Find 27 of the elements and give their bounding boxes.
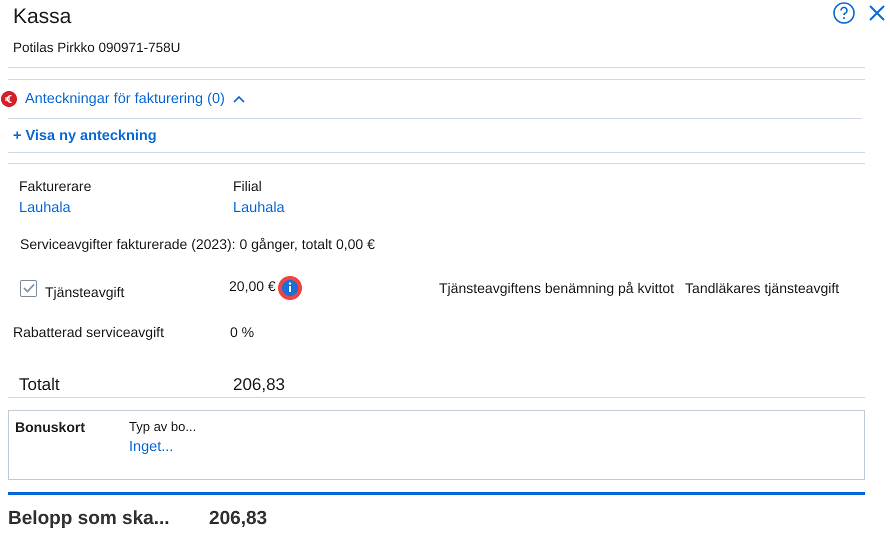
biller-label: Fakturerare <box>19 178 92 194</box>
chevron-icon <box>232 95 245 103</box>
total-label: Totalt <box>19 375 61 396</box>
patient-info: Potilas Pirkko 090971-758U <box>13 40 180 55</box>
bonus-type-link[interactable]: Inget... <box>129 439 196 455</box>
bonus-type-label: Typ av bo... <box>129 419 196 434</box>
amount-due-label: Belopp som ska... <box>8 508 171 530</box>
close-icon[interactable] <box>868 4 886 22</box>
discount-label: Rabatterad serviceavgift <box>13 324 165 340</box>
receipt-name-label: Tjänsteavgiftens benämning på kvittot <box>439 280 674 296</box>
info-icon[interactable] <box>278 276 302 300</box>
bonus-card-label: Bonuskort <box>15 419 86 437</box>
branch-label: Filial <box>233 178 263 194</box>
service-fee-summary: Serviceavgifter fakturerade (2023): 0 gånger, totalt 0,00 € <box>19 235 376 252</box>
dialog-title: Kassa <box>13 4 72 30</box>
receipt-name-value: Tandläkares tjänsteavgift <box>685 280 840 296</box>
add-note-link[interactable]: + Visa ny anteckning <box>8 119 157 152</box>
service-fee-label: Tjänsteavgift <box>45 284 124 300</box>
branch-link[interactable]: Lauhala <box>233 200 447 216</box>
discount-value: 0 % <box>230 324 254 340</box>
total-value: 206,83 <box>233 375 285 396</box>
service-fee-amount: 20,00 € <box>229 278 276 294</box>
billing-notes-toggle[interactable]: Anteckningar för fakturering (0) <box>25 91 245 107</box>
amount-due-value: 206,83 <box>209 508 268 530</box>
biller-link[interactable]: Lauhala <box>19 200 233 216</box>
help-icon[interactable] <box>832 1 856 25</box>
service-fee-checkbox[interactable] <box>20 280 37 296</box>
